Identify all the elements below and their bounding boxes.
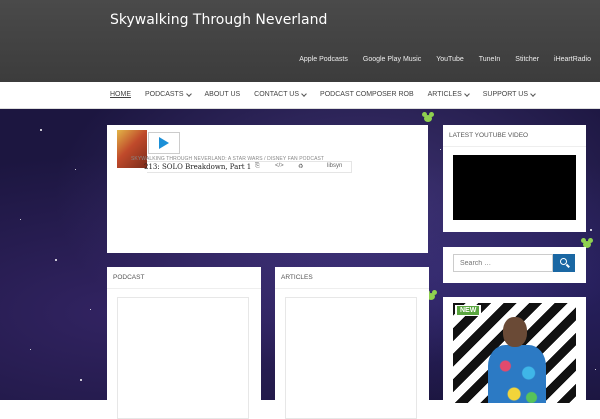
show-name: SKYWALKING THROUGH NEVERLAND: A STAR WAR… xyxy=(131,156,325,162)
top-link-apple-podcasts[interactable]: Apple Podcasts xyxy=(299,56,348,63)
nav-item-articles[interactable]: ARTICLES xyxy=(427,90,470,98)
play-icon xyxy=(159,137,169,149)
podcast-widget: PODCAST xyxy=(107,267,261,419)
top-link-iheartradio[interactable]: iHeartRadio xyxy=(554,56,591,63)
youtube-widget: LATEST YOUTUBE VIDEO xyxy=(443,125,586,232)
top-links: Apple Podcasts Google Play Music YouTube… xyxy=(299,56,600,63)
share-icon[interactable]: ♻ xyxy=(298,163,303,170)
articles-widget-content xyxy=(285,297,417,419)
episode-artwork xyxy=(117,130,147,168)
podcast-player[interactable]: SKYWALKING THROUGH NEVERLAND: A STAR WAR… xyxy=(117,130,352,173)
nav-item-label: PODCASTS xyxy=(145,91,184,98)
nav-item-contact-us[interactable]: CONTACT US xyxy=(254,90,307,98)
episode-title: 213: SOLO Breakdown, Part 1 xyxy=(144,163,252,171)
podcast-player-panel: SKYWALKING THROUGH NEVERLAND: A STAR WAR… xyxy=(107,125,428,253)
nav-item-label: ARTICLES xyxy=(427,91,462,98)
site-header: Skywalking Through Neverland Apple Podca… xyxy=(0,0,600,82)
promo-image[interactable]: NEW xyxy=(453,303,576,403)
nav-item-label: SUPPORT US xyxy=(482,91,529,98)
articles-widget: ARTICLES xyxy=(275,267,429,419)
chevron-down-icon xyxy=(185,90,192,97)
search-input[interactable] xyxy=(453,254,553,272)
embed-icon[interactable]: </> xyxy=(275,163,284,169)
promo-widget: NEW xyxy=(443,297,586,407)
libsyn-link[interactable]: libsyn xyxy=(327,163,342,169)
podcast-widget-content xyxy=(117,297,249,419)
nav-item-label: ABOUT US xyxy=(204,91,241,98)
mickey-icon xyxy=(422,112,434,122)
search-button[interactable] xyxy=(553,254,575,272)
widget-title-podcast: PODCAST xyxy=(107,267,261,289)
top-link-tunein[interactable]: TuneIn xyxy=(479,56,501,63)
chevron-down-icon xyxy=(463,90,470,97)
chevron-down-icon xyxy=(301,90,307,97)
chevron-down-icon xyxy=(530,90,536,97)
site-title[interactable]: Skywalking Through Neverland xyxy=(110,12,327,28)
search-widget xyxy=(443,247,586,283)
nav-item-label: PODCAST COMPOSER ROB xyxy=(320,91,414,98)
nav-item-about-us[interactable]: ABOUT US xyxy=(205,91,241,98)
nav-item-label: CONTACT US xyxy=(254,91,300,98)
nav-item-podcast-composer-rob[interactable]: PODCAST COMPOSER ROB xyxy=(320,91,414,98)
nav-item-support-us[interactable]: SUPPORT US xyxy=(482,90,536,98)
top-link-google-play-music[interactable]: Google Play Music xyxy=(363,56,421,63)
widget-title-articles: ARTICLES xyxy=(275,267,429,289)
main-nav: HOME PODCASTS ABOUT US CONTACT US PODCAS… xyxy=(0,82,600,109)
youtube-video-embed[interactable] xyxy=(453,155,576,220)
nav-item-home[interactable]: HOME xyxy=(110,91,131,98)
nav-item-label: HOME xyxy=(110,91,131,98)
download-icon[interactable]: ⎘ xyxy=(255,163,260,170)
play-button[interactable] xyxy=(148,132,180,154)
top-link-youtube[interactable]: YouTube xyxy=(436,56,464,63)
top-link-stitcher[interactable]: Stitcher xyxy=(515,56,539,63)
widget-title-youtube: LATEST YOUTUBE VIDEO xyxy=(443,125,586,147)
nav-item-podcasts[interactable]: PODCASTS xyxy=(145,90,192,98)
new-badge: NEW xyxy=(455,305,482,316)
